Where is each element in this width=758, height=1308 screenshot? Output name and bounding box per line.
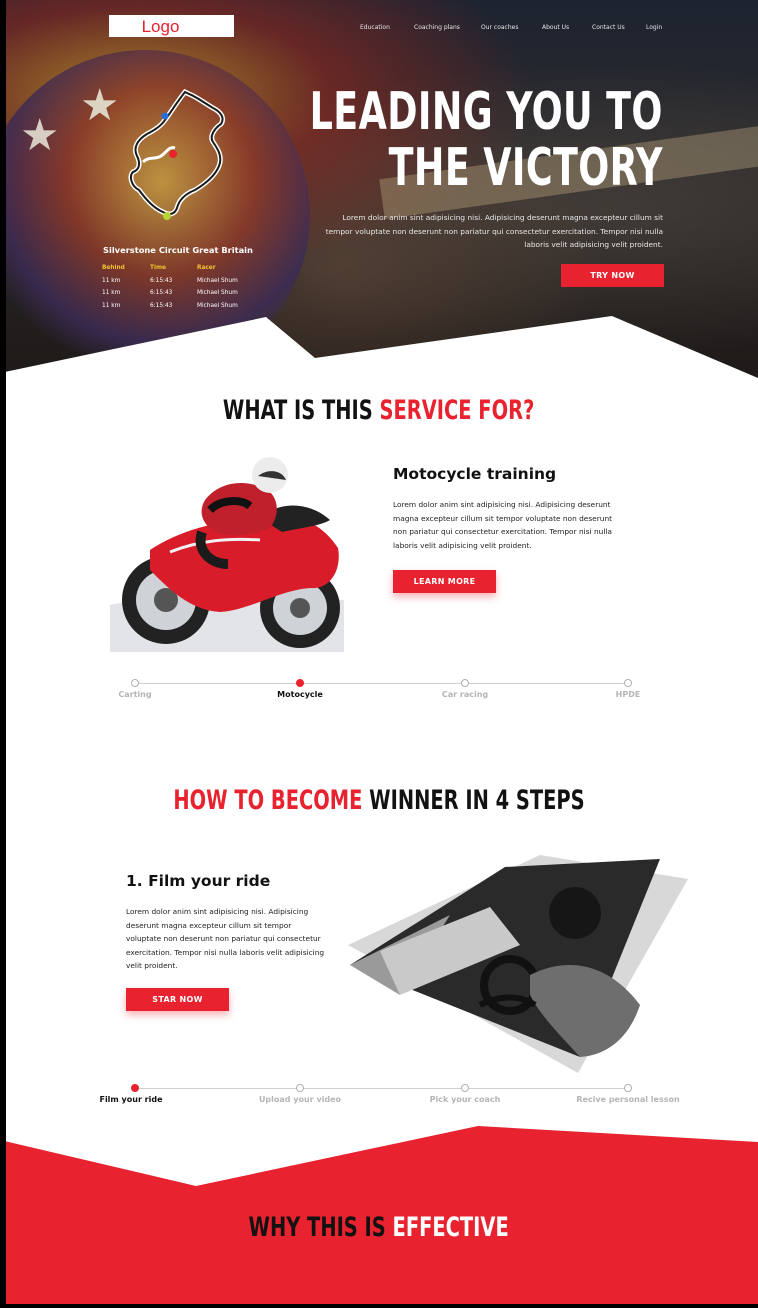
nav-education[interactable]: Education — [360, 24, 390, 31]
timeline-line — [138, 1088, 626, 1089]
timeline-label-hpde[interactable]: HPDE — [616, 690, 641, 699]
steps-heading: HOW TO BECOME WINNER IN 4 STEPS — [0, 785, 758, 816]
logo-text: Logo — [141, 16, 180, 36]
cell-time: 6:15:43 — [150, 302, 173, 309]
cell-behind: 11 km — [102, 290, 121, 296]
timeline-dot[interactable] — [131, 679, 139, 687]
effective-heading-dark: WHY THIS IS — [248, 1212, 393, 1243]
timeline-dot[interactable] — [461, 679, 469, 687]
motorcycle-image — [110, 457, 344, 652]
timeline-label-recive-personal-lesson[interactable]: Recive personal lesson — [576, 1095, 679, 1104]
timeline-label-motocycle[interactable]: Motocycle — [277, 690, 323, 699]
timeline-dot[interactable] — [296, 1084, 304, 1092]
learn-more-button[interactable]: LEARN MORE — [393, 570, 496, 593]
timeline-dot[interactable] — [624, 679, 632, 687]
nav-about-us[interactable]: About Us — [542, 24, 569, 31]
service-heading-dark: WHAT IS THIS — [223, 395, 380, 426]
car-driver-image — [348, 855, 688, 1073]
circuit-map-icon — [128, 88, 226, 220]
effective-heading-white: EFFECTIVE — [392, 1212, 510, 1243]
circuit-name: Silverstone Circuit Great Britain — [103, 245, 253, 255]
header-behind: Behind — [102, 265, 125, 271]
try-now-button[interactable]: TRY NOW — [561, 264, 664, 287]
step-title: 1. Film your ride — [126, 872, 271, 890]
steps-heading-red: HOW TO BECOME — [173, 785, 370, 816]
timeline-line — [138, 683, 626, 684]
cell-behind: 11 km — [102, 277, 121, 284]
timeline-label-film-your-ride[interactable]: Film your ride — [99, 1095, 162, 1104]
cell-time: 6:15:43 — [150, 290, 173, 296]
nav-our-coaches[interactable]: Our coaches — [481, 24, 518, 31]
steps-timeline: Film your ride Upload your video Pick yo… — [0, 1083, 758, 1113]
hero-title-line2: THE VICTORY — [388, 138, 663, 198]
nav-contact-us[interactable]: Contact Us — [592, 24, 625, 31]
star-now-button[interactable]: STAR NOW — [126, 988, 229, 1011]
service-heading: WHAT IS THIS SERVICE FOR? — [0, 395, 758, 426]
nav-login[interactable]: Login — [646, 24, 662, 31]
hero-description: Lorem dolor anim sint adipisicing nisi. … — [325, 213, 663, 249]
nav-coaching-plans[interactable]: Coaching plans — [414, 24, 460, 31]
header-racer: Racer — [197, 265, 216, 271]
service-heading-red: SERVICE FOR? — [379, 395, 535, 426]
timeline-dot-active[interactable] — [296, 679, 304, 687]
timeline-dot[interactable] — [624, 1084, 632, 1092]
effective-heading: WHY THIS IS EFFECTIVE — [0, 1212, 758, 1243]
timeline-dot[interactable] — [461, 1084, 469, 1092]
timeline-dot-active[interactable] — [131, 1084, 139, 1092]
timeline-label-car-racing[interactable]: Car racing — [442, 690, 488, 699]
step-text: Lorem dolor anim sint adipisicing nisi. … — [126, 907, 325, 971]
frame-bottom-edge — [0, 1304, 758, 1308]
cell-behind: 11 km — [102, 302, 121, 309]
service-timeline: Carting Motocycle Car racing HPDE — [0, 678, 758, 708]
service-card-text: Lorem dolor anim sint adipisicing nisi. … — [393, 500, 613, 550]
cell-racer: Michael Shum — [197, 302, 238, 309]
timeline-label-pick-your-coach[interactable]: Pick your coach — [430, 1095, 501, 1104]
timeline-label-carting[interactable]: Carting — [118, 690, 151, 699]
frame-left-edge — [0, 0, 6, 1308]
hero-title: LEADING YOU TO THE VICTORY — [310, 84, 663, 196]
steps-heading-dark: WINNER IN 4 STEPS — [369, 785, 585, 816]
service-card-title: Motocycle training — [393, 465, 557, 483]
timeline-label-upload-your-video[interactable]: Upload your video — [259, 1095, 341, 1104]
hero-title-line1: LEADING YOU TO — [309, 82, 663, 142]
cell-racer: Michael Shum — [197, 277, 238, 284]
header-time: Time — [150, 265, 166, 271]
cell-time: 6:15:43 — [150, 277, 173, 284]
cell-racer: Michael Shum — [197, 290, 238, 296]
logo[interactable]: Logo — [109, 15, 234, 37]
